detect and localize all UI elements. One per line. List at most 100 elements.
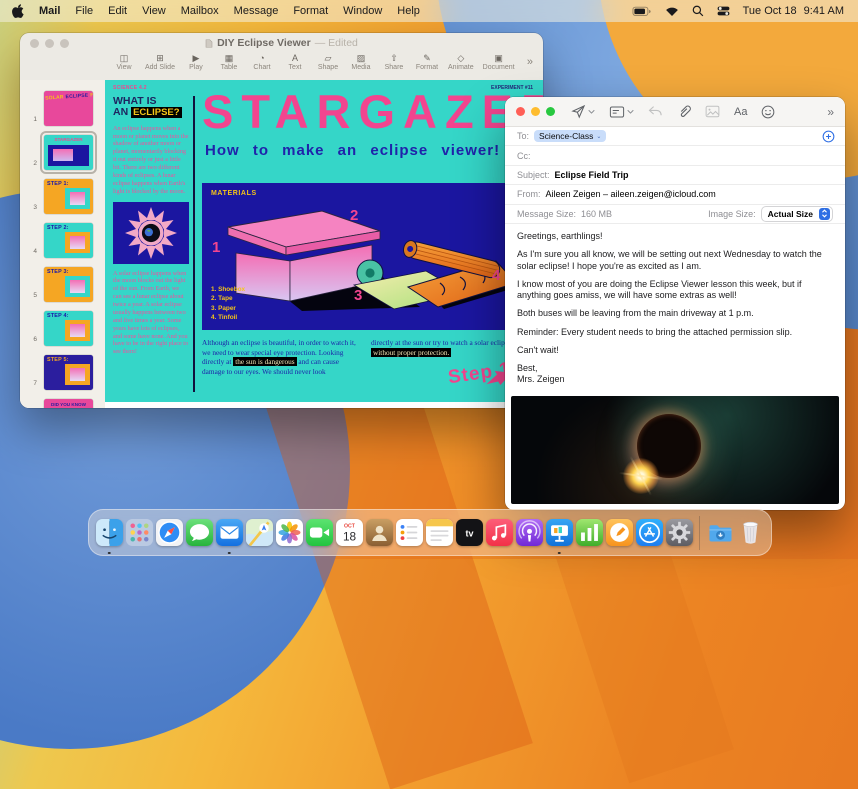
notes-icon <box>425 519 453 546</box>
menu-item-help[interactable]: Help <box>397 5 420 17</box>
toolbar-chart[interactable]: ◔ Chart <box>250 53 274 71</box>
slide-thumbnail[interactable]: STARGAZER <box>44 135 93 170</box>
thumbnail-illustration-inner <box>70 280 85 293</box>
menu-item-message[interactable]: Message <box>234 5 279 17</box>
dock-item-notes[interactable] <box>425 509 453 556</box>
search-icon[interactable] <box>692 5 704 17</box>
menu-app-name[interactable]: Mail <box>39 5 60 17</box>
dock-item-photos[interactable] <box>275 509 303 556</box>
toolbar-table[interactable]: ▦ Table <box>217 53 241 71</box>
attach-icon[interactable] <box>677 104 691 119</box>
image-size-select[interactable]: Actual Size <box>760 205 833 222</box>
dock-item-contacts[interactable] <box>365 509 393 556</box>
dock-item-music[interactable] <box>485 509 513 556</box>
dock-item-calendar[interactable]: OCT 18 <box>335 509 363 556</box>
toolbar-label: Media <box>351 64 371 71</box>
toolbar-add-slide[interactable]: ⊞ Add Slide <box>145 53 175 71</box>
format-button[interactable]: Aa <box>734 106 747 118</box>
header-fields-chevron-icon[interactable] <box>627 109 634 115</box>
maps-icon <box>245 519 273 546</box>
toolbar-shape[interactable]: ▱ Shape <box>316 53 340 71</box>
cc-field[interactable]: Cc: <box>505 146 845 166</box>
menu-item-view[interactable]: View <box>142 5 166 17</box>
close-button[interactable] <box>516 107 525 116</box>
emoji-icon[interactable] <box>761 105 775 119</box>
toolbar-text[interactable]: A Text <box>283 53 307 71</box>
wifi-icon[interactable] <box>665 6 679 17</box>
menu-item-edit[interactable]: Edit <box>108 5 127 17</box>
dock-item-appstore[interactable] <box>635 509 663 556</box>
slide-number: 7 <box>33 380 37 387</box>
media-icon: ▨ <box>356 53 366 63</box>
slide-thumbnail-row: 5 STEP 3: <box>26 263 105 306</box>
menu-item-file[interactable]: File <box>75 5 93 17</box>
from-field[interactable]: From: Aileen Zeigen – aileen.zeigen@iclo… <box>505 185 845 205</box>
slide-canvas[interactable]: SCIENCE 4.2 EXPERIMENT #11 WHAT IS AN EC… <box>105 80 543 408</box>
zoom-button[interactable] <box>60 39 69 48</box>
document-proxy-icon <box>205 38 213 48</box>
menu-item-format[interactable]: Format <box>293 5 328 17</box>
slide-thumbnail[interactable]: STEP 2: <box>44 223 93 258</box>
thumbnail-title-text: SOLARECLIPSEFIELDTRIP <box>44 91 93 102</box>
dock-item-numbers[interactable] <box>575 509 603 556</box>
dock-item-safari[interactable] <box>155 509 183 556</box>
battery-icon[interactable] <box>632 6 652 17</box>
to-field[interactable]: To: Science-Class ⌄ <box>505 127 845 147</box>
dock-item-podcasts[interactable] <box>515 509 543 556</box>
minimize-button[interactable] <box>531 107 540 116</box>
dock-item-messages[interactable] <box>185 509 213 556</box>
apple-menu-icon[interactable] <box>12 4 24 18</box>
dock-item-finder[interactable] <box>95 509 123 556</box>
menu-items: File Edit View Mailbox Message Format Window He… <box>75 5 420 17</box>
toolbar-format[interactable]: ✎ Format <box>415 53 439 71</box>
dock-item-pages[interactable] <box>605 509 633 556</box>
slide-thumbnail[interactable]: STEP 4: <box>44 311 93 346</box>
image-size-label: Image Size: <box>708 208 756 219</box>
toolbar-view[interactable]: ◫ View <box>112 53 136 71</box>
toolbar-media[interactable]: ▨ Media <box>349 53 373 71</box>
toolbar-document[interactable]: ▣ Document <box>483 53 515 71</box>
minimize-button[interactable] <box>45 39 54 48</box>
toolbar-share[interactable]: ⇧ Share <box>382 53 406 71</box>
dock-item-appletv[interactable]: tv <box>455 509 483 556</box>
dock-item-facetime[interactable] <box>305 509 333 556</box>
slide-thumbnail[interactable]: STEP 5: <box>44 355 93 390</box>
dock-item-keynote[interactable] <box>545 509 573 556</box>
send-button[interactable] <box>571 104 595 119</box>
dock-item-mail[interactable] <box>215 509 243 556</box>
slide-thumbnail[interactable]: STEP 1: <box>44 179 93 214</box>
recipient-token[interactable]: Science-Class ⌄ <box>534 130 607 143</box>
menu-item-window[interactable]: Window <box>343 5 382 17</box>
menu-time: 9:41 AM <box>803 5 844 17</box>
toolbar-animate[interactable]: ◇ Animate <box>448 53 474 71</box>
pages-icon <box>605 519 633 546</box>
slide-thumbnail[interactable]: SOLARECLIPSEFIELDTRIP <box>44 91 93 126</box>
eclipse-photo-attachment[interactable] <box>511 396 839 504</box>
add-recipient-button[interactable] <box>822 130 835 145</box>
toolbar-overflow-chevron[interactable]: » <box>527 56 533 68</box>
toolbar-overflow-chevron[interactable]: » <box>827 105 834 119</box>
dock-item-trash[interactable] <box>737 509 764 556</box>
header-fields-button[interactable] <box>609 105 634 119</box>
play-icon: ▶ <box>192 53 200 63</box>
dock-item-reminders[interactable] <box>395 509 423 556</box>
control-center-icon[interactable] <box>717 5 730 17</box>
slide-thumbnail[interactable]: STEP 3: <box>44 267 93 302</box>
dock-item-launchpad[interactable] <box>125 509 153 556</box>
slide-thumbnail[interactable]: DID YOU KNOW <box>44 399 93 408</box>
message-body[interactable]: Greetings, earthlings! As I'm sure you al… <box>517 231 833 394</box>
mail-body-paragraph: Reminder: Every student needs to bring t… <box>517 326 793 337</box>
send-chevron-icon[interactable] <box>588 109 595 115</box>
toolbar-play[interactable]: ▶ Play <box>184 53 208 71</box>
slide-thumbnail-frame: STARGAZER <box>40 131 97 174</box>
zoom-button[interactable] <box>546 107 555 116</box>
subject-field[interactable]: Subject: Eclipse Field Trip <box>505 166 845 186</box>
dock-item-maps[interactable] <box>245 509 273 556</box>
close-button[interactable] <box>30 39 39 48</box>
message-size-label: Message Size: <box>517 208 577 219</box>
dock-item-settings[interactable] <box>665 509 693 556</box>
menu-clock[interactable]: Tue Oct 18 9:41 AM <box>743 5 844 17</box>
material-number: 4 <box>492 267 501 284</box>
dock-item-downloads[interactable] <box>707 509 734 556</box>
menu-item-mailbox[interactable]: Mailbox <box>181 5 219 17</box>
